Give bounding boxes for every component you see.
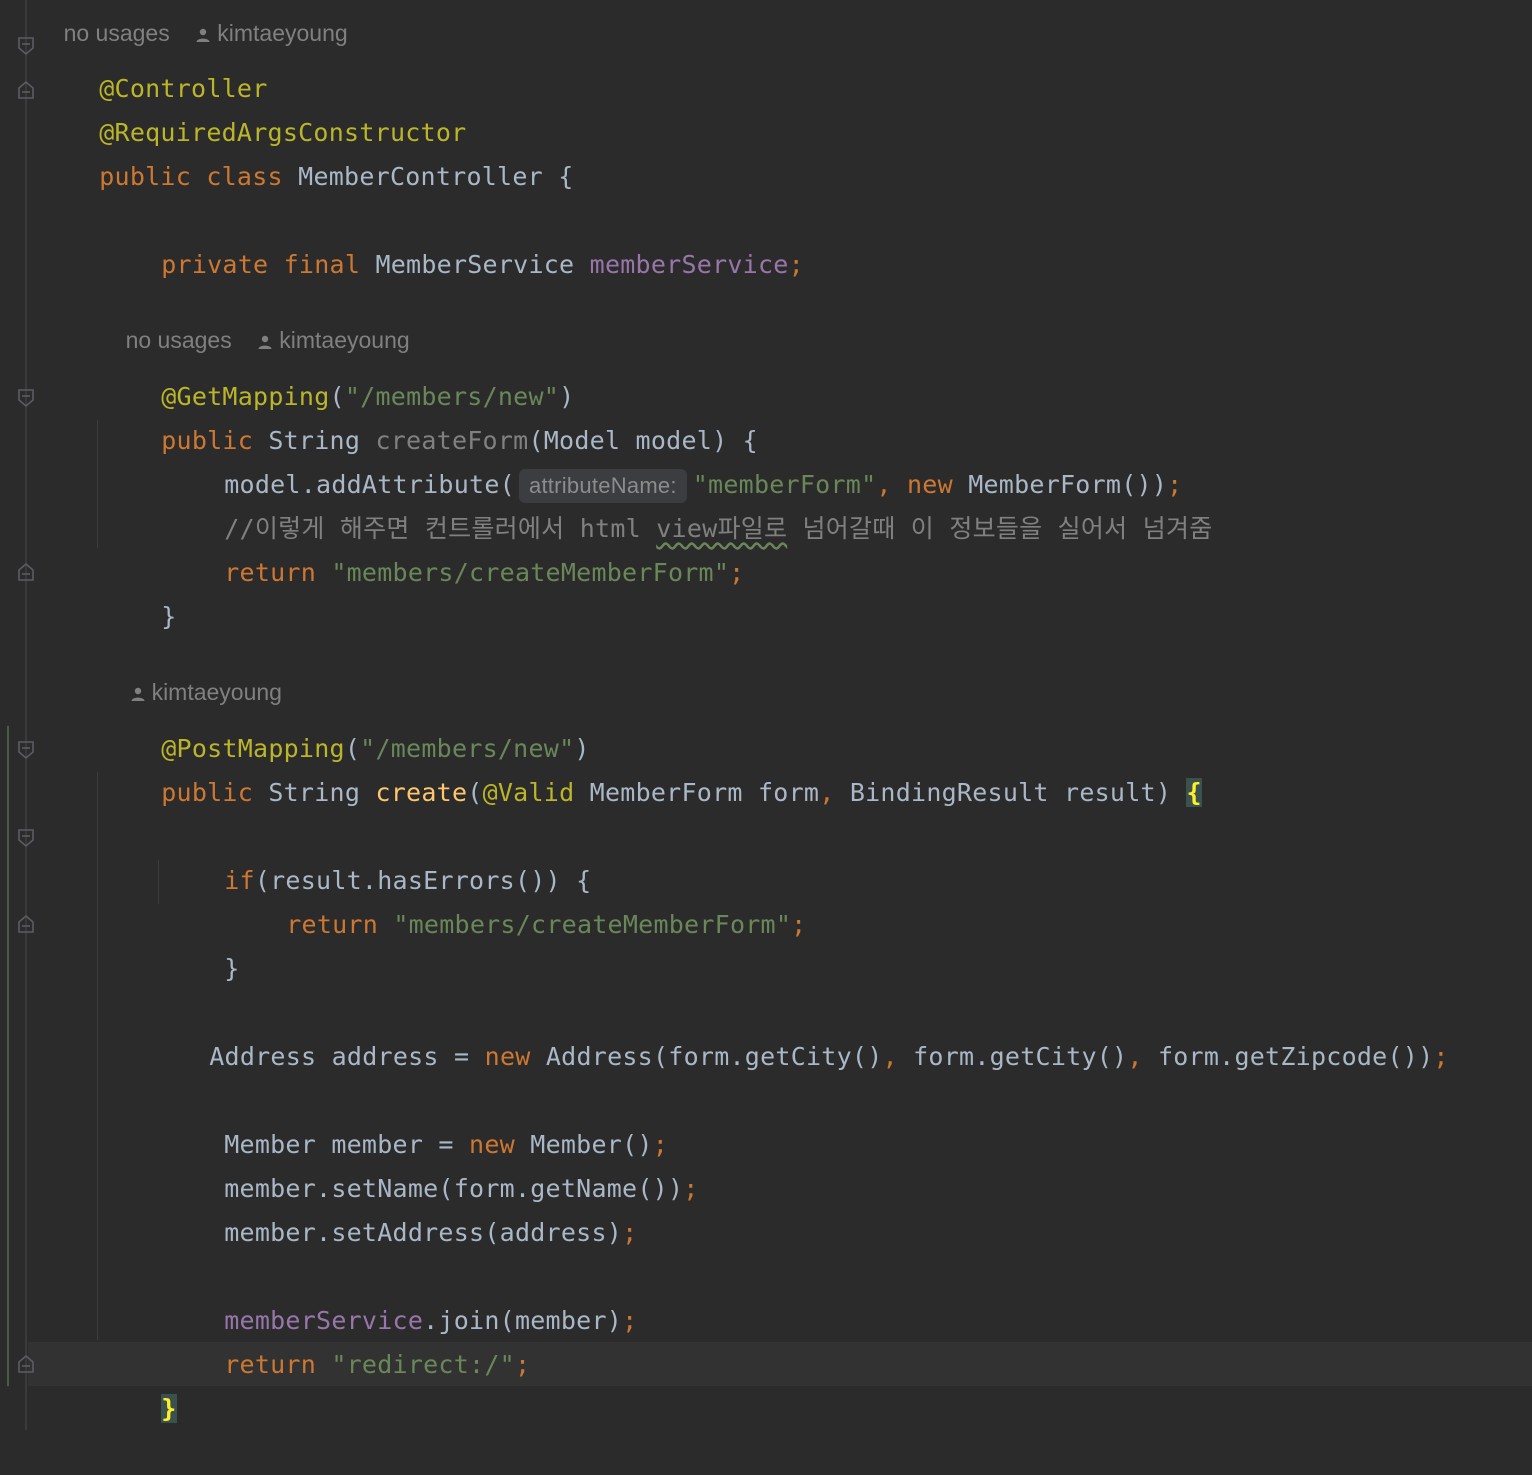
closing-brace: } [224, 954, 240, 983]
argument: form.getCity() [913, 1042, 1128, 1071]
field-name: memberService [589, 250, 789, 279]
semicolon: ; [729, 558, 745, 587]
string-literal: "members/createMemberForm" [331, 558, 730, 587]
code-line[interactable]: public String create(@Valid MemberForm f… [100, 727, 1202, 807]
code-vision-usages[interactable]: no usages kimtaeyoung [38, 0, 348, 46]
paren: ( [467, 778, 483, 807]
constructor-call: Address(form.getCity() [545, 1042, 883, 1071]
semicolon: ; [622, 1306, 638, 1335]
code-line[interactable]: memberService.join(member); [163, 1255, 637, 1335]
code-line[interactable]: } [100, 1343, 177, 1423]
gutter [25, 0, 27, 1430]
keyword: return [224, 1350, 332, 1379]
type-name: MemberService [375, 250, 590, 279]
code-vision-usages[interactable]: no usages kimtaeyoung [100, 295, 410, 353]
code-line[interactable]: return "members/createMemberForm"; [225, 859, 806, 939]
param: MemberForm form [589, 778, 820, 807]
keyword: return [286, 910, 394, 939]
semicolon: ; [622, 1218, 638, 1247]
keyword: public class [99, 162, 299, 191]
semicolon: ; [1433, 1042, 1449, 1071]
code-line[interactable]: @GetMapping("/members/new") [100, 331, 574, 411]
declaration: Address address = [209, 1042, 485, 1071]
comma: , [1127, 1042, 1158, 1071]
argument: form.getZipcode()) [1157, 1042, 1434, 1071]
method-call: member.setAddress(address) [224, 1218, 623, 1247]
code-line[interactable]: //이렇게 해주면 컨트롤러에서 html view파일로 넘어갈때 이 정보들… [163, 463, 1212, 543]
semicolon: ; [514, 1350, 531, 1379]
fold-end-icon[interactable] [17, 1354, 35, 1374]
indent-guide [97, 772, 98, 1340]
code-line[interactable]: return "redirect:/"; [163, 1299, 530, 1379]
code-line[interactable]: Member member = new Member(); [163, 1079, 668, 1159]
code-line[interactable]: @Controller [38, 23, 268, 103]
closing-brace: } [161, 602, 177, 631]
method-name: create [375, 778, 468, 807]
string-literal: "members/createMemberForm" [393, 910, 792, 939]
code-line[interactable]: public String createForm(Model model) { [100, 375, 758, 455]
keyword: public [161, 778, 269, 807]
comma: , [819, 778, 850, 807]
fold-end-icon[interactable] [17, 914, 35, 934]
code-line[interactable]: if(result.hasErrors()) { [163, 815, 591, 895]
fold-start-icon[interactable] [17, 36, 35, 56]
code-vision-author[interactable]: kimtaeyoung [104, 647, 282, 705]
code-line[interactable]: private final MemberService memberServic… [100, 199, 804, 279]
indent-guide [158, 860, 159, 904]
code-editor[interactable]: no usages kimtaeyoung @Controller @Requi… [0, 0, 1532, 1430]
semicolon: ; [683, 1174, 699, 1203]
code-line[interactable]: @RequiredArgsConstructor [38, 67, 466, 147]
fold-end-icon[interactable] [17, 562, 35, 582]
keyword: new [484, 1042, 546, 1071]
fold-start-icon[interactable] [17, 388, 35, 408]
class-name: MemberController { [298, 162, 574, 191]
comma: , [882, 1042, 914, 1071]
semicolon: ; [791, 910, 807, 939]
matched-brace: } [161, 1394, 177, 1423]
indent-guide [97, 420, 98, 548]
code-line[interactable]: @PostMapping("/members/new") [100, 683, 590, 763]
code-line[interactable]: member.setAddress(address); [163, 1167, 637, 1247]
keyword: return [224, 558, 332, 587]
string-literal: "redirect:/" [331, 1350, 515, 1379]
change-marker [7, 726, 9, 1386]
code-line[interactable]: model.addAttribute(attributeName: "member… [163, 419, 1182, 503]
code-line[interactable]: public class MemberController { [38, 111, 574, 191]
semicolon: ; [788, 250, 804, 279]
code-line[interactable]: return "members/createMemberForm"; [163, 507, 744, 587]
param: BindingResult result) [849, 778, 1187, 807]
keyword: private final [161, 250, 376, 279]
code-line[interactable]: Address address = new Address(form.getCi… [148, 991, 1449, 1071]
code-line[interactable]: } [163, 903, 240, 983]
fold-end-icon[interactable] [17, 80, 35, 100]
code-line[interactable]: } [100, 551, 177, 631]
matched-brace: { [1186, 778, 1202, 807]
type-name: String [268, 778, 376, 807]
code-line[interactable]: member.setName(form.getName()); [163, 1123, 699, 1203]
comment: 넘어갈때 이 정보들을 실어서 넘겨줌 [787, 514, 1213, 543]
fold-start-icon[interactable] [17, 740, 35, 760]
annotation: @Valid [482, 778, 590, 807]
fold-start-icon[interactable] [17, 828, 35, 848]
